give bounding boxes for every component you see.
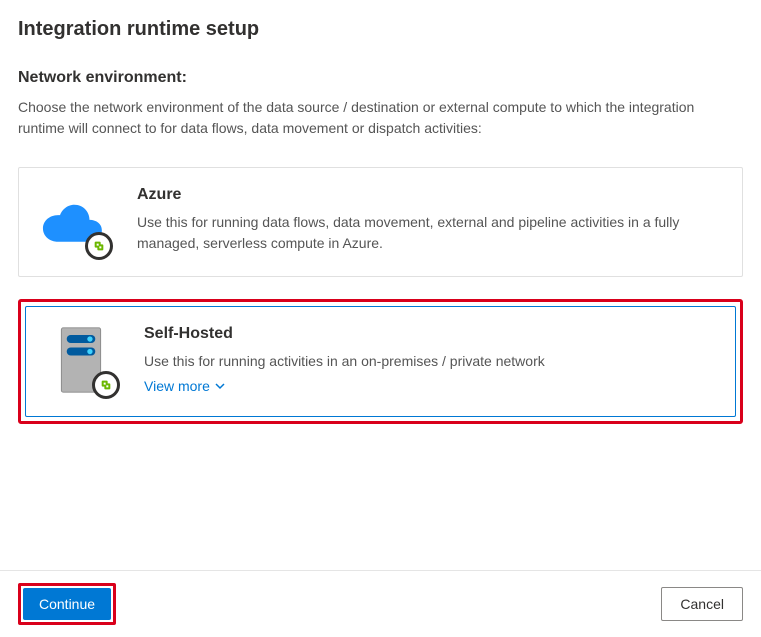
option-selfhosted[interactable]: Self-Hosted Use this for running activit… bbox=[18, 299, 743, 424]
integration-runtime-badge-icon bbox=[85, 232, 113, 260]
integration-runtime-badge-icon bbox=[92, 371, 120, 399]
section-description: Choose the network environment of the da… bbox=[18, 97, 743, 139]
option-azure[interactable]: Azure Use this for running data flows, d… bbox=[18, 167, 743, 277]
continue-button-highlight: Continue bbox=[18, 583, 116, 625]
option-azure-title: Azure bbox=[137, 186, 722, 204]
section-heading: Network environment: bbox=[18, 69, 743, 87]
server-icon bbox=[46, 325, 116, 395]
chevron-down-icon bbox=[214, 380, 226, 392]
cancel-button[interactable]: Cancel bbox=[661, 587, 743, 621]
option-azure-description: Use this for running data flows, data mo… bbox=[137, 212, 722, 254]
page-title: Integration runtime setup bbox=[18, 18, 743, 41]
option-selfhosted-title: Self-Hosted bbox=[144, 325, 715, 343]
dialog-footer: Continue Cancel bbox=[0, 570, 761, 637]
view-more-link[interactable]: View more bbox=[144, 378, 226, 394]
option-selfhosted-description: Use this for running activities in an on… bbox=[144, 351, 715, 372]
azure-cloud-icon bbox=[39, 186, 109, 256]
view-more-label: View more bbox=[144, 378, 210, 394]
continue-button[interactable]: Continue bbox=[23, 588, 111, 620]
option-selfhosted-inner[interactable]: Self-Hosted Use this for running activit… bbox=[25, 306, 736, 417]
